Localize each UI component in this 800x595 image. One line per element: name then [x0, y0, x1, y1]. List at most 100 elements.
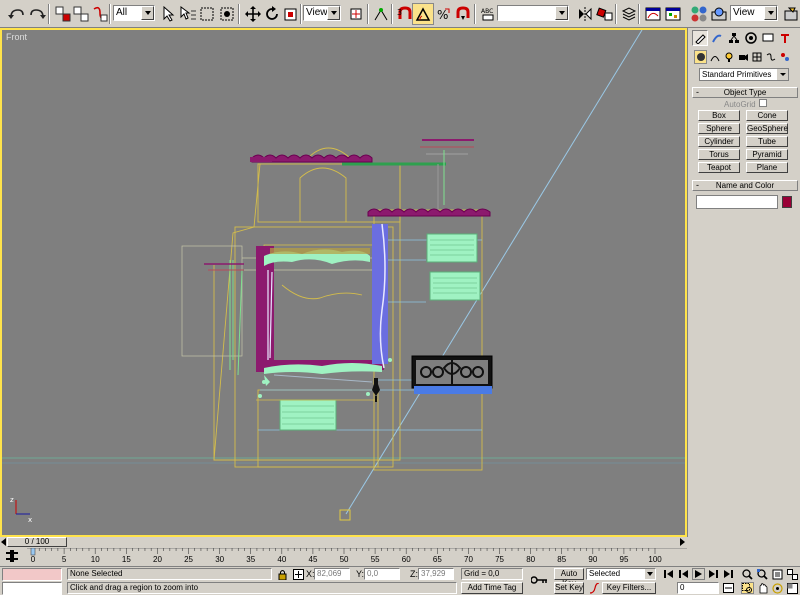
lock-selection-icon[interactable] — [276, 568, 289, 580]
front-viewport[interactable]: Front z x — [0, 28, 687, 537]
object-color-swatch[interactable] — [782, 196, 792, 208]
x-coordinate-field[interactable]: 82,069 — [314, 568, 350, 580]
create-tab-icon[interactable] — [692, 30, 708, 46]
absolute-mode-transform-icon[interactable] — [292, 568, 305, 580]
set-key-button[interactable]: Set Key — [554, 582, 584, 594]
material-editor-icon[interactable] — [688, 3, 710, 25]
sphere-button[interactable]: Sphere — [698, 123, 740, 134]
geosphere-button[interactable]: GeoSphere — [746, 123, 788, 134]
previous-frame-icon[interactable] — [677, 568, 690, 580]
shapes-icon[interactable] — [708, 50, 721, 64]
utilities-tab-icon[interactable] — [777, 30, 793, 46]
name-and-color-rollout-header[interactable]: - Name and Color — [692, 180, 798, 191]
cone-button[interactable]: Cone — [746, 110, 788, 121]
mini-curve-editor-toggle-icon[interactable] — [6, 550, 18, 562]
svg-text:x: x — [28, 516, 32, 524]
track-bar[interactable]: 0 5 10 15 20 25 30 35 40 45 50 55 60 65 70 75 80 85 90 95 10… — [0, 548, 687, 566]
torus-button[interactable]: Torus — [698, 149, 740, 160]
render-view-dropdown[interactable]: View — [730, 5, 778, 21]
key-filters-button[interactable]: Key Filters... — [602, 582, 656, 594]
go-to-start-icon[interactable] — [662, 568, 675, 580]
modify-tab-icon[interactable] — [709, 30, 725, 46]
plane-button[interactable]: Plane — [746, 162, 788, 173]
named-selection-sets-dropdown[interactable] — [497, 5, 569, 21]
render-scene-dialog-icon[interactable] — [708, 3, 730, 25]
hierarchy-tab-icon[interactable] — [726, 30, 742, 46]
key-mode-dropdown[interactable]: Selected — [586, 568, 656, 580]
use-pivot-point-center-icon[interactable] — [345, 3, 367, 25]
arc-rotate-icon[interactable] — [771, 582, 784, 594]
main-toolbar: All View 3 % ABC View — [0, 0, 800, 28]
percent-snap-icon[interactable]: % — [432, 3, 454, 25]
rectangular-selection-region-icon[interactable] — [196, 3, 218, 25]
add-time-tag-button[interactable]: Add Time Tag — [461, 582, 523, 594]
bind-space-warp-icon[interactable] — [89, 3, 111, 25]
time-configuration-icon[interactable] — [722, 582, 735, 594]
angle-snap-toggle-icon[interactable] — [412, 3, 434, 25]
zoom-region-icon[interactable] — [741, 582, 754, 594]
motion-tab-icon[interactable] — [743, 30, 759, 46]
layer-manager-icon[interactable] — [618, 3, 640, 25]
maxscript-listener-mini[interactable] — [2, 568, 62, 581]
next-frame-icon[interactable] — [707, 568, 720, 580]
z-coordinate-field[interactable]: 37,929 — [418, 568, 454, 580]
primitive-type-dropdown[interactable]: Standard Primitives — [699, 68, 789, 81]
display-tab-icon[interactable] — [760, 30, 776, 46]
frame-tick-label: 10 — [90, 555, 100, 564]
lights-icon[interactable] — [722, 50, 735, 64]
systems-icon[interactable] — [778, 50, 791, 64]
redo-icon[interactable] — [26, 3, 48, 25]
edit-named-selection-icon[interactable]: ABC — [477, 3, 499, 25]
time-slider-thumb[interactable]: 0 / 100 — [7, 537, 67, 547]
select-object-icon[interactable] — [157, 3, 179, 25]
box-button[interactable]: Box — [698, 110, 740, 121]
selection-filter-dropdown[interactable]: All — [113, 5, 155, 21]
teapot-button[interactable]: Teapot — [698, 162, 740, 173]
schematic-view-icon[interactable] — [662, 3, 684, 25]
frame-tick-label: 25 — [184, 555, 193, 564]
zoom-all-icon[interactable] — [756, 568, 769, 580]
default-in-out-tangents-icon[interactable] — [588, 582, 601, 594]
frame-tick-label: 75 — [495, 555, 504, 564]
y-coordinate-field[interactable]: 0,0 — [364, 568, 400, 580]
quick-render-icon[interactable] — [780, 3, 800, 25]
cameras-icon[interactable] — [736, 50, 749, 64]
time-slider-right-arrow-icon[interactable] — [680, 538, 686, 548]
geometry-icon[interactable] — [694, 50, 707, 64]
set-keys-key-icon[interactable] — [530, 574, 548, 586]
go-to-end-icon[interactable] — [722, 568, 735, 580]
window-crossing-icon[interactable] — [216, 3, 238, 25]
reference-coordinate-system-dropdown[interactable]: View — [303, 5, 341, 21]
zoom-icon[interactable] — [741, 568, 754, 580]
zoom-extents-icon[interactable] — [771, 568, 784, 580]
tube-button[interactable]: Tube — [746, 136, 788, 147]
mirror-icon[interactable] — [574, 3, 596, 25]
pyramid-button[interactable]: Pyramid — [746, 149, 788, 160]
frame-tick-label: 80 — [526, 555, 536, 564]
maxscript-input[interactable] — [2, 582, 62, 595]
auto-key-button[interactable]: Auto Key — [554, 568, 584, 588]
object-name-input[interactable] — [696, 195, 778, 209]
autogrid-checkbox[interactable] — [759, 99, 767, 107]
spinner-snap-icon[interactable] — [452, 3, 474, 25]
play-animation-icon[interactable] — [692, 568, 705, 580]
pan-view-icon[interactable] — [756, 582, 769, 594]
frame-tick-label: 55 — [370, 555, 380, 564]
object-type-rollout-header[interactable]: - Object Type — [692, 87, 798, 98]
frame-tick-label: 50 — [339, 555, 349, 564]
curve-editor-icon[interactable] — [642, 3, 664, 25]
frame-tick-label: 65 — [432, 555, 442, 564]
select-and-scale-icon[interactable] — [280, 3, 302, 25]
helpers-icon[interactable] — [750, 50, 763, 64]
command-panel: Standard Primitives - Object Type AutoGr… — [687, 28, 800, 537]
zoom-extents-all-icon[interactable] — [786, 568, 799, 580]
maximize-viewport-toggle-icon[interactable] — [786, 582, 799, 594]
space-warps-icon[interactable] — [764, 50, 777, 64]
select-and-manipulate-icon[interactable] — [370, 3, 392, 25]
z-label: Z: — [410, 569, 418, 579]
undo-icon[interactable] — [6, 3, 28, 25]
cylinder-button[interactable]: Cylinder — [698, 136, 740, 147]
align-icon[interactable] — [594, 3, 616, 25]
time-slider[interactable]: 0 / 100 — [0, 537, 687, 548]
current-frame-field[interactable]: 0 — [677, 582, 719, 594]
